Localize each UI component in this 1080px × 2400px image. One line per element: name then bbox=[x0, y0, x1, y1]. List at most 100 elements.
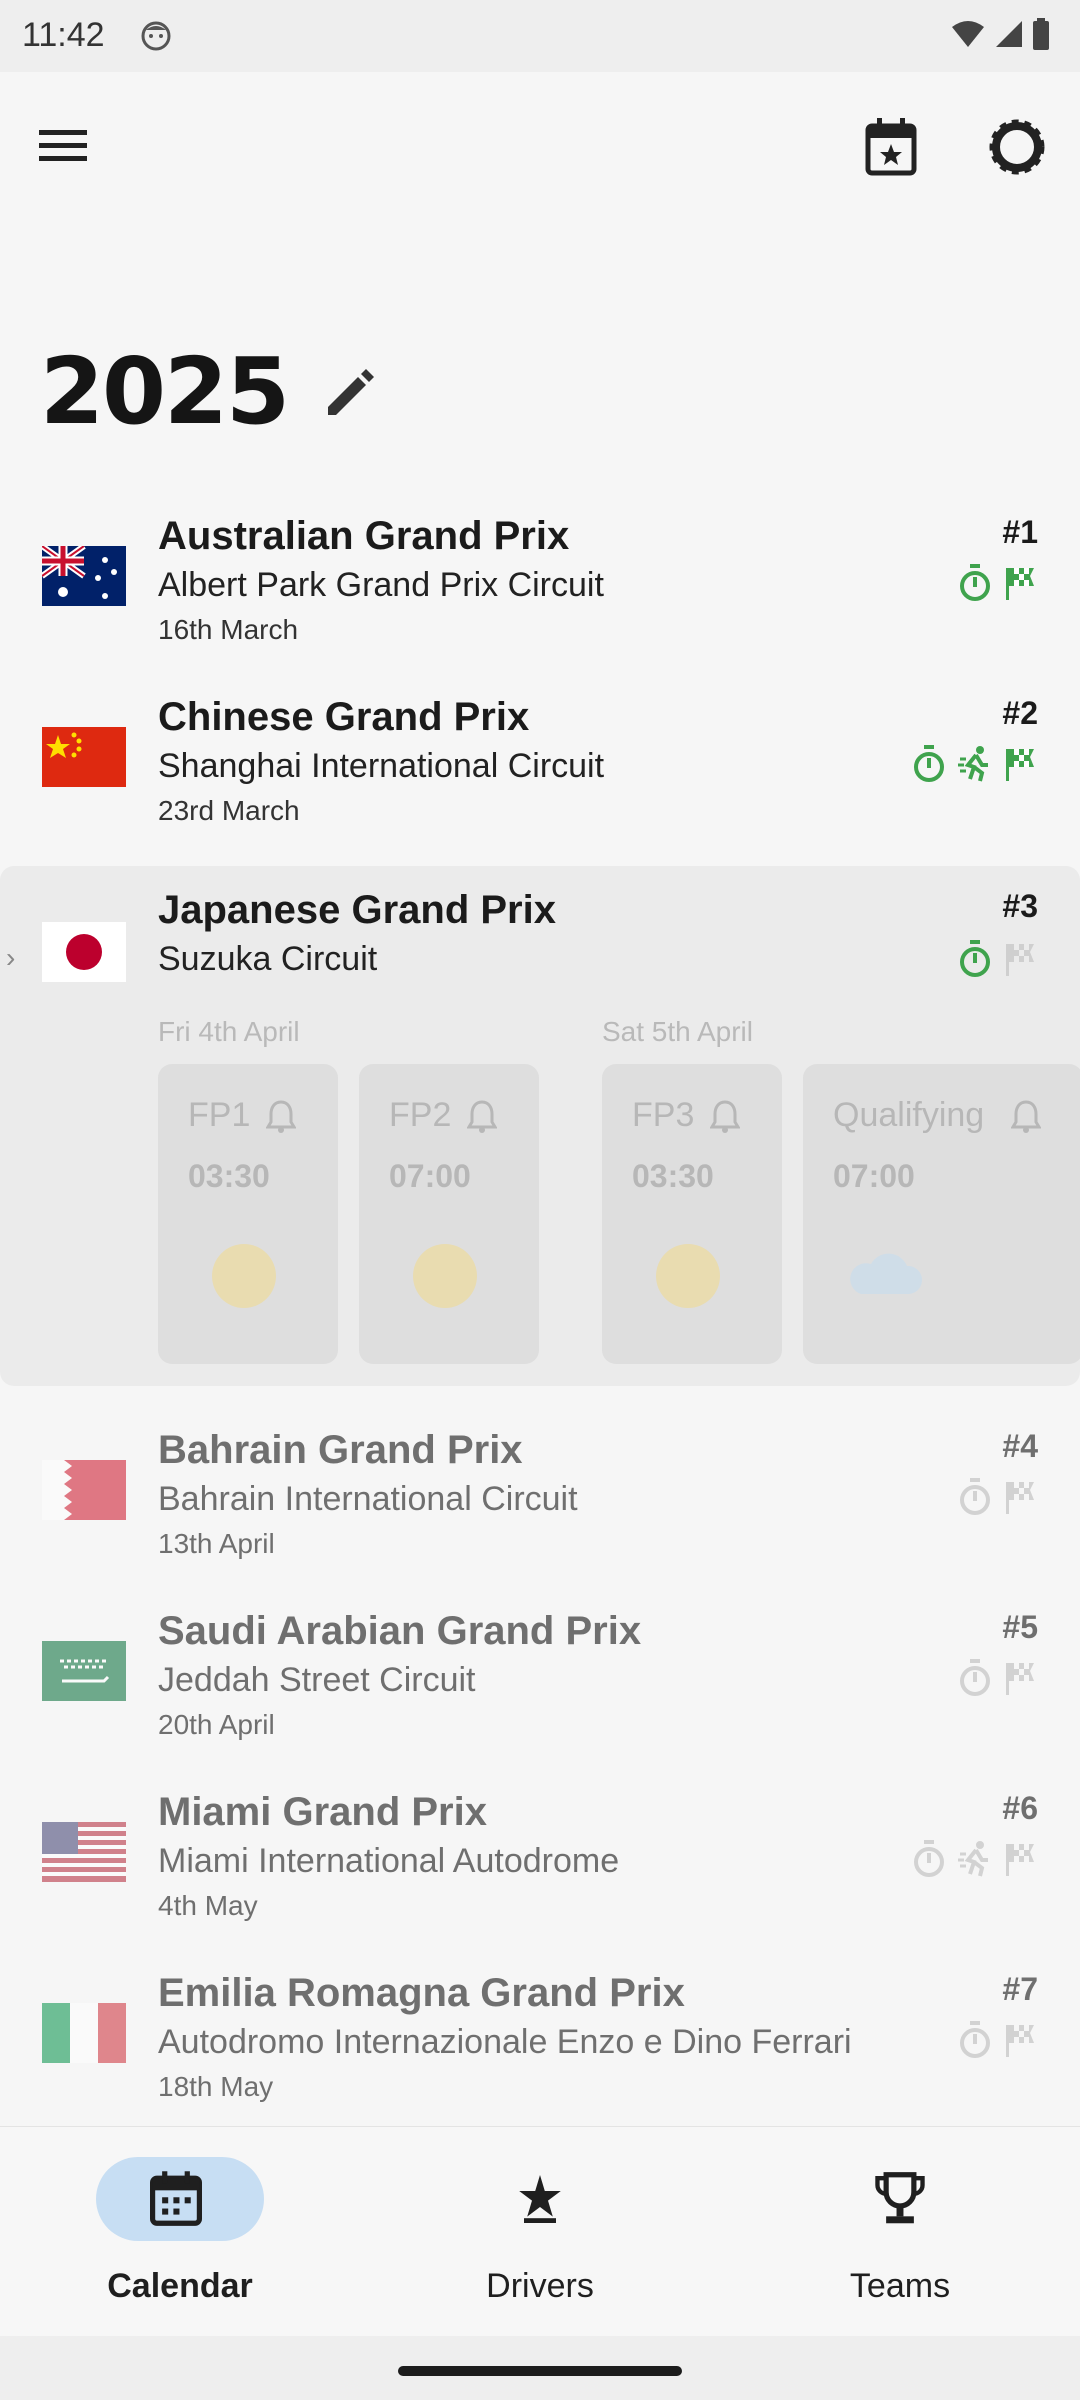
bahrain-flag bbox=[42, 1460, 126, 1520]
calendar-event-button[interactable] bbox=[856, 112, 926, 182]
race-date: 16th March bbox=[158, 614, 299, 645]
nav-item-drivers[interactable]: Drivers bbox=[360, 2127, 720, 2337]
race-item-japan-expanded[interactable]: › Japanese Grand Prix Suzuka Circuit #3 … bbox=[0, 866, 1080, 1386]
race-round: #5 bbox=[1002, 1609, 1038, 1645]
race-name: Bahrain Grand Prix bbox=[158, 1428, 523, 1472]
stopwatch-icon bbox=[914, 745, 944, 782]
race-item-saudi-arabia[interactable]: Saudi Arabian Grand Prix Jeddah Street C… bbox=[0, 1595, 1080, 1775]
day-label: Fri 4th April bbox=[158, 1016, 300, 1047]
menu-button[interactable] bbox=[28, 116, 98, 176]
race-item-bahrain[interactable]: Bahrain Grand Prix Bahrain International… bbox=[0, 1414, 1080, 1594]
session-time: 07:00 bbox=[389, 1158, 471, 1194]
race-item-emilia-romagna[interactable]: Emilia Romagna Grand Prix Autodromo Inte… bbox=[0, 1957, 1080, 2137]
driver-star-icon bbox=[519, 2175, 561, 2223]
checkered-flag-icon bbox=[1006, 1482, 1034, 1514]
race-name: Chinese Grand Prix bbox=[158, 695, 530, 739]
race-badges bbox=[958, 2021, 1038, 2059]
race-round: #7 bbox=[1002, 1971, 1038, 2007]
stopwatch-icon bbox=[960, 1659, 990, 1696]
home-gesture-handle[interactable] bbox=[398, 2366, 682, 2376]
sun-icon bbox=[413, 1244, 477, 1308]
checkered-flag-icon bbox=[1006, 568, 1034, 600]
race-round: #3 bbox=[1002, 888, 1038, 924]
settings-icon bbox=[989, 119, 1045, 175]
nav-item-teams[interactable]: Teams bbox=[720, 2127, 1080, 2337]
settings-button[interactable] bbox=[982, 112, 1052, 182]
race-item-australia[interactable]: Australian Grand Prix Albert Park Grand … bbox=[0, 500, 1080, 680]
race-badges bbox=[958, 1478, 1038, 1516]
race-round: #6 bbox=[1002, 1790, 1038, 1826]
race-date: 20th April bbox=[158, 1709, 275, 1740]
race-round: #2 bbox=[1002, 695, 1038, 731]
session-time: 03:30 bbox=[632, 1158, 714, 1194]
italy-flag bbox=[42, 2003, 126, 2063]
hamburger-menu-icon bbox=[39, 130, 87, 161]
race-circuit: Shanghai International Circuit bbox=[158, 747, 605, 785]
race-round: #4 bbox=[1002, 1428, 1038, 1464]
signal-icon bbox=[996, 21, 1022, 47]
nav-label-calendar: Calendar bbox=[107, 2267, 253, 2305]
season-year: 2025 bbox=[40, 338, 290, 445]
race-date: 23rd March bbox=[158, 795, 300, 826]
session-name: FP1 bbox=[188, 1096, 251, 1134]
stopwatch-icon bbox=[960, 2021, 990, 2058]
race-badges bbox=[958, 564, 1038, 602]
bottom-navigation: Calendar Drivers Teams bbox=[0, 2126, 1080, 2336]
system-gesture-area bbox=[0, 2336, 1080, 2400]
nav-item-calendar[interactable]: Calendar bbox=[0, 2127, 360, 2337]
race-item-japan[interactable]: Japanese Grand Prix Suzuka Circuit #3 bbox=[0, 866, 1080, 1006]
race-date: 18th May bbox=[158, 2071, 274, 2102]
sprint-icon bbox=[958, 746, 988, 782]
japan-flag bbox=[42, 922, 126, 982]
checkered-flag-icon bbox=[1006, 749, 1034, 781]
race-circuit: Suzuka Circuit bbox=[158, 940, 378, 978]
edit-season-button[interactable] bbox=[324, 367, 376, 424]
bell-icon[interactable] bbox=[467, 1100, 497, 1134]
top-app-bar bbox=[0, 72, 1080, 222]
bell-icon[interactable] bbox=[1011, 1100, 1041, 1134]
race-circuit: Bahrain International Circuit bbox=[158, 1480, 578, 1518]
sun-icon bbox=[656, 1244, 720, 1308]
session-time: 03:30 bbox=[188, 1158, 270, 1194]
session-name: FP3 bbox=[632, 1096, 695, 1134]
session-card-qualifying[interactable]: Qualifying 07:00 bbox=[803, 1064, 1080, 1364]
race-circuit: Autodromo Internazionale Enzo e Dino Fer… bbox=[158, 2023, 852, 2061]
sun-icon bbox=[212, 1244, 276, 1308]
race-name: Saudi Arabian Grand Prix bbox=[158, 1609, 642, 1653]
season-header: 2025 bbox=[40, 338, 376, 445]
trophy-icon bbox=[875, 2172, 925, 2224]
stopwatch-icon bbox=[960, 1478, 990, 1515]
race-round: #1 bbox=[1002, 514, 1038, 550]
nav-label-teams: Teams bbox=[849, 2267, 951, 2305]
sprint-icon bbox=[958, 1841, 988, 1877]
checkered-flag-icon bbox=[1006, 1844, 1034, 1876]
stopwatch-icon bbox=[960, 940, 990, 977]
pencil-icon bbox=[328, 369, 375, 415]
australia-flag bbox=[42, 546, 126, 606]
session-card-fp2[interactable]: FP2 07:00 bbox=[359, 1064, 539, 1364]
race-date: 13th April bbox=[158, 1528, 275, 1559]
race-badges bbox=[912, 1840, 1038, 1878]
stopwatch-icon bbox=[914, 1840, 944, 1877]
battery-icon bbox=[1033, 18, 1049, 50]
notification-face-icon bbox=[141, 21, 171, 51]
session-card-fp3[interactable]: FP3 03:30 bbox=[602, 1064, 782, 1364]
session-card-fp1[interactable]: FP1 03:30 bbox=[158, 1064, 338, 1364]
calendar-star-icon bbox=[865, 118, 917, 176]
session-name: FP2 bbox=[389, 1096, 452, 1134]
race-badges bbox=[912, 745, 1038, 783]
bell-icon[interactable] bbox=[266, 1100, 296, 1134]
race-badges bbox=[958, 1659, 1038, 1697]
stopwatch-icon bbox=[960, 564, 990, 601]
race-item-miami[interactable]: Miami Grand Prix Miami International Aut… bbox=[0, 1776, 1080, 1956]
calendar-icon bbox=[150, 2171, 202, 2226]
status-time: 11:42 bbox=[22, 16, 105, 54]
china-flag bbox=[42, 727, 126, 787]
race-circuit: Jeddah Street Circuit bbox=[158, 1661, 476, 1699]
checkered-flag-icon bbox=[1006, 944, 1034, 976]
race-name: Australian Grand Prix bbox=[158, 514, 570, 558]
session-time: 07:00 bbox=[833, 1158, 915, 1194]
race-item-china[interactable]: Chinese Grand Prix Shanghai Internationa… bbox=[0, 681, 1080, 861]
bell-icon[interactable] bbox=[710, 1100, 740, 1134]
race-name: Japanese Grand Prix bbox=[158, 888, 556, 932]
